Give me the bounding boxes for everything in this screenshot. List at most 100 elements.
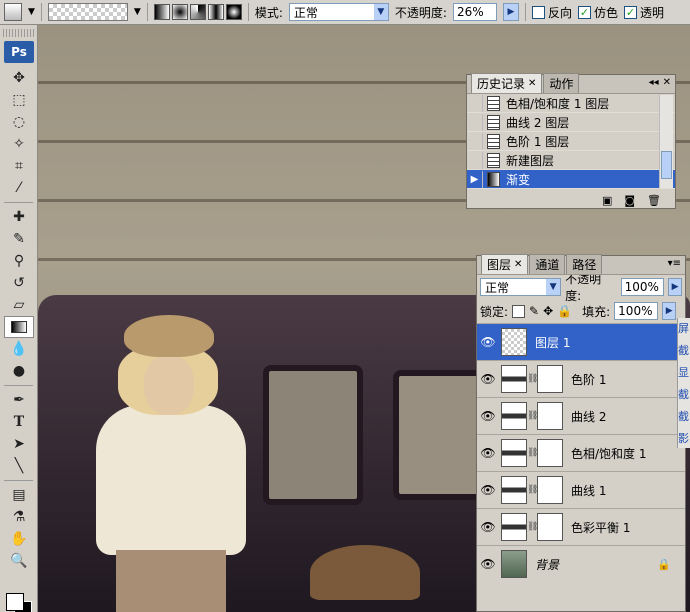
eyedropper-tool-icon[interactable]: ⚗ — [4, 506, 34, 528]
diamond-gradient-button[interactable] — [225, 4, 242, 20]
tab-actions[interactable]: 动作 — [543, 73, 580, 93]
history-item[interactable]: 新建图层 — [467, 151, 675, 170]
foreground-color-swatch[interactable] — [6, 593, 24, 611]
gradient-dropdown-icon[interactable]: ▼ — [134, 7, 141, 17]
tab-paths[interactable]: 路径 — [566, 254, 603, 274]
opacity-slider-button[interactable]: ▶ — [668, 278, 682, 296]
history-pointer-icon[interactable]: ▶ — [467, 170, 483, 188]
layer-row[interactable]: 👁 ⛓ 色相/饱和度 1 — [477, 434, 685, 471]
layer-row[interactable]: 👁 ⛓ 曲线 1 — [477, 471, 685, 508]
eye-icon[interactable]: 👁 — [479, 483, 497, 497]
opacity-slider-button[interactable]: ▶ — [502, 3, 519, 21]
type-tool-icon[interactable]: T — [4, 411, 34, 433]
history-brush-tool-icon[interactable]: ↺ — [4, 272, 34, 294]
history-item[interactable]: 曲线 2 图层 — [467, 113, 675, 132]
close-icon[interactable]: ✕ — [528, 78, 536, 89]
scrollbar-thumb[interactable] — [661, 151, 672, 179]
layer-row[interactable]: 👁 ⛓ 色阶 1 — [477, 360, 685, 397]
lock-all-icon[interactable]: 🔒 — [557, 304, 572, 318]
linear-gradient-button[interactable] — [153, 4, 170, 20]
eye-icon[interactable]: 👁 — [479, 372, 497, 386]
gradient-picker[interactable] — [47, 3, 128, 21]
preset-dropdown-icon[interactable]: ▼ — [28, 7, 35, 17]
snapshot-icon[interactable]: ◙ — [624, 194, 635, 207]
layer-row[interactable]: 👁 ⛓ 曲线 2 — [477, 397, 685, 434]
side-strip-text[interactable]: 截 — [678, 342, 690, 358]
move-tool-icon[interactable]: ✥ — [4, 67, 34, 89]
collapse-icon[interactable]: ◂◂ — [649, 77, 659, 88]
pen-tool-icon[interactable]: ✒ — [4, 389, 34, 411]
zoom-tool-icon[interactable]: 🔍 — [4, 550, 34, 572]
layer-name: 曲线 1 — [571, 483, 607, 498]
layer-row[interactable]: 👁 图层 1 — [477, 323, 685, 360]
divider — [4, 480, 33, 481]
layer-row[interactable]: 👁 ⛓ 色彩平衡 1 — [477, 508, 685, 545]
tool-preset-picker[interactable] — [4, 3, 22, 21]
eye-icon[interactable]: 👁 — [479, 446, 497, 460]
layer-opacity-input[interactable]: 100% — [620, 278, 665, 296]
reflected-gradient-button[interactable] — [207, 4, 224, 20]
snapshot-toggle[interactable] — [467, 113, 483, 131]
slice-tool-icon[interactable]: ⁄ — [4, 177, 34, 199]
history-scrollbar[interactable] — [659, 95, 673, 188]
hand-tool-icon[interactable]: ✋ — [4, 528, 34, 550]
marquee-tool-icon[interactable]: ⬚ — [4, 89, 34, 111]
eye-icon[interactable]: 👁 — [479, 520, 497, 534]
notes-tool-icon[interactable]: ▤ — [4, 484, 34, 506]
tools-panel: Ps ✥ ⬚ ◌ ✧ ⌗ ⁄ ✚ ✎ ⚲ ↺ ▱ 💧 ● ✒ T ➤ ╲ ▤ ⚗… — [0, 25, 38, 612]
mode-select[interactable]: 正常 ▼ — [288, 3, 389, 21]
history-item[interactable]: 色阶 1 图层 — [467, 132, 675, 151]
snapshot-toggle[interactable] — [467, 94, 483, 112]
lock-pixels-icon[interactable]: ✎ — [529, 304, 539, 318]
snapshot-toggle[interactable] — [467, 132, 483, 150]
dither-checkbox[interactable]: ✓ 仿色 — [577, 4, 618, 21]
snapshot-toggle[interactable] — [467, 151, 483, 169]
fill-slider-button[interactable]: ▶ — [662, 302, 677, 320]
close-icon[interactable]: ✕ — [663, 77, 671, 88]
eye-icon[interactable]: 👁 — [479, 409, 497, 423]
dodge-tool-icon[interactable]: ● — [4, 360, 34, 382]
fill-input[interactable]: 100% — [614, 302, 659, 320]
layer-row[interactable]: 👁 背景 🔒 — [477, 545, 685, 582]
gradient-type-buttons — [153, 4, 242, 20]
side-strip-text[interactable]: 显 — [678, 364, 690, 380]
side-strip-text[interactable]: 影 — [678, 430, 690, 446]
angle-gradient-button[interactable] — [189, 4, 206, 20]
history-item[interactable]: 色相/饱和度 1 图层 — [467, 94, 675, 113]
panel-menu-icon[interactable]: ▾≡ — [668, 258, 681, 269]
side-strip-text[interactable]: 截 — [678, 386, 690, 402]
side-strip-text[interactable]: 截 — [678, 408, 690, 424]
radial-gradient-button[interactable] — [171, 4, 188, 20]
lock-transparency-icon[interactable] — [512, 304, 526, 318]
magic-wand-tool-icon[interactable]: ✧ — [4, 133, 34, 155]
path-selection-tool-icon[interactable]: ➤ — [4, 433, 34, 455]
fill-label: 填充: — [582, 304, 611, 319]
close-icon[interactable]: ✕ — [514, 259, 522, 270]
eraser-tool-icon[interactable]: ▱ — [4, 294, 34, 316]
side-strip-text[interactable]: 屏 — [678, 320, 690, 336]
lock-position-icon[interactable]: ✥ — [543, 304, 553, 318]
tab-channels[interactable]: 通道 — [529, 254, 566, 274]
blend-mode-select[interactable]: 正常 ▼ — [480, 278, 562, 296]
trash-icon[interactable]: 🗑 — [647, 194, 661, 207]
healing-brush-tool-icon[interactable]: ✚ — [4, 206, 34, 228]
gradient-tool-icon[interactable] — [4, 316, 34, 338]
line-tool-icon[interactable]: ╲ — [4, 455, 34, 477]
color-balance-adjustment-icon — [501, 513, 527, 541]
history-item-selected[interactable]: ▶ 渐变 — [467, 170, 675, 189]
lasso-tool-icon[interactable]: ◌ — [4, 111, 34, 133]
tab-history[interactable]: 历史记录 ✕ — [471, 73, 543, 93]
opacity-input[interactable]: 26% — [452, 3, 497, 21]
reverse-checkbox[interactable]: 反向 — [531, 4, 572, 21]
clone-stamp-tool-icon[interactable]: ⚲ — [4, 250, 34, 272]
eye-icon[interactable]: 👁 — [479, 335, 497, 349]
brush-tool-icon[interactable]: ✎ — [4, 228, 34, 250]
blur-tool-icon[interactable]: 💧 — [4, 338, 34, 360]
tab-layers[interactable]: 图层 ✕ — [481, 254, 529, 274]
eye-icon[interactable]: 👁 — [479, 557, 497, 571]
transparency-checkbox[interactable]: ✓ 透明 — [623, 4, 664, 21]
crop-tool-icon[interactable]: ⌗ — [4, 155, 34, 177]
tab-label: 历史记录 — [477, 77, 526, 91]
new-document-icon[interactable]: ▣ — [602, 194, 612, 207]
panel-grip[interactable] — [3, 29, 34, 37]
